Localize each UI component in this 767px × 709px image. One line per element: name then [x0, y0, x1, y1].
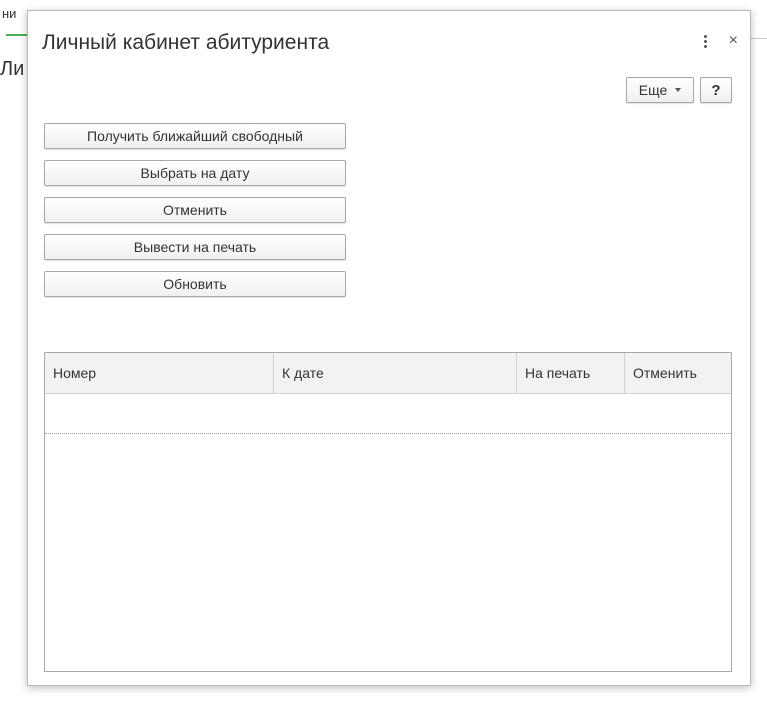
background-heading: Ли [0, 58, 25, 80]
column-header-number[interactable]: Номер [45, 353, 274, 393]
title-bar-icons: × [703, 33, 738, 49]
more-vertical-icon[interactable] [703, 33, 707, 49]
queue-table: Номер К дате На печать Отменить [44, 352, 732, 672]
action-buttons: Получить ближайший свободный Выбрать на … [44, 123, 346, 297]
table-header: Номер К дате На печать Отменить [45, 353, 731, 394]
cancel-button[interactable]: Отменить [44, 197, 346, 223]
print-button[interactable]: Вывести на печать [44, 234, 346, 260]
column-header-cancel[interactable]: Отменить [625, 353, 731, 393]
column-header-date[interactable]: К дате [274, 353, 517, 393]
table-row[interactable] [45, 394, 731, 434]
background-tab-underline [6, 34, 28, 36]
dialog-title: Личный кабинет абитуриента [42, 31, 330, 54]
help-button[interactable]: ? [700, 77, 732, 103]
chevron-down-icon [675, 88, 682, 92]
more-button-label: Еще [638, 82, 668, 98]
column-header-print[interactable]: На печать [517, 353, 625, 393]
dialog-toolbar: Еще ? [626, 77, 732, 103]
background-tab-label[interactable]: ни [2, 6, 16, 21]
get-nearest-free-button[interactable]: Получить ближайший свободный [44, 123, 346, 149]
choose-date-button[interactable]: Выбрать на дату [44, 160, 346, 186]
more-button[interactable]: Еще [626, 77, 694, 103]
applicant-cabinet-dialog: Личный кабинет абитуриента × Еще ? Получ… [27, 10, 751, 686]
refresh-button[interactable]: Обновить [44, 271, 346, 297]
close-icon[interactable]: × [729, 33, 738, 49]
